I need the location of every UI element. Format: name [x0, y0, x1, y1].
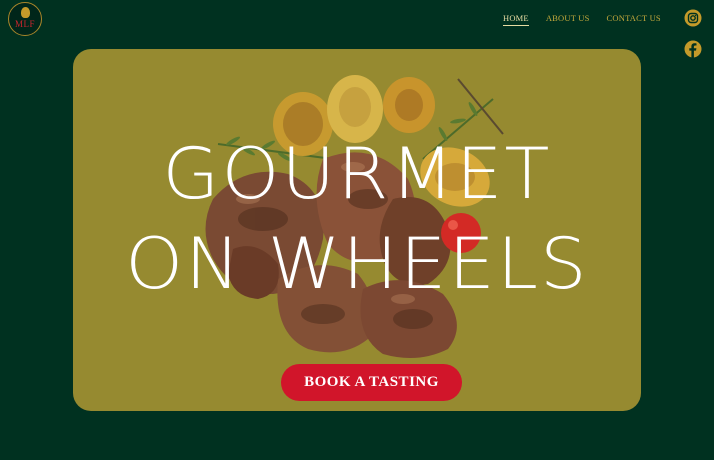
nav-home[interactable]: HOME [503, 13, 529, 26]
hero-title-line1: GOURMET [162, 133, 552, 215]
nav-contact-us[interactable]: CONTACT US [607, 13, 661, 26]
instagram-icon[interactable] [684, 9, 702, 27]
logo-text: MLF [14, 19, 35, 29]
nav-about-us[interactable]: ABOUT US [546, 13, 590, 26]
main-nav: HOME ABOUT US CONTACT US [503, 13, 661, 26]
flame-icon [21, 7, 30, 18]
facebook-icon[interactable] [684, 40, 702, 58]
book-tasting-button[interactable]: BOOK A TASTING [281, 364, 462, 401]
hero-title-line2: ON WHEELS [125, 223, 589, 305]
brand-logo[interactable]: MLF [8, 2, 42, 36]
hero-card: GOURMET ON WHEELS BOOK A TASTING [73, 49, 641, 411]
